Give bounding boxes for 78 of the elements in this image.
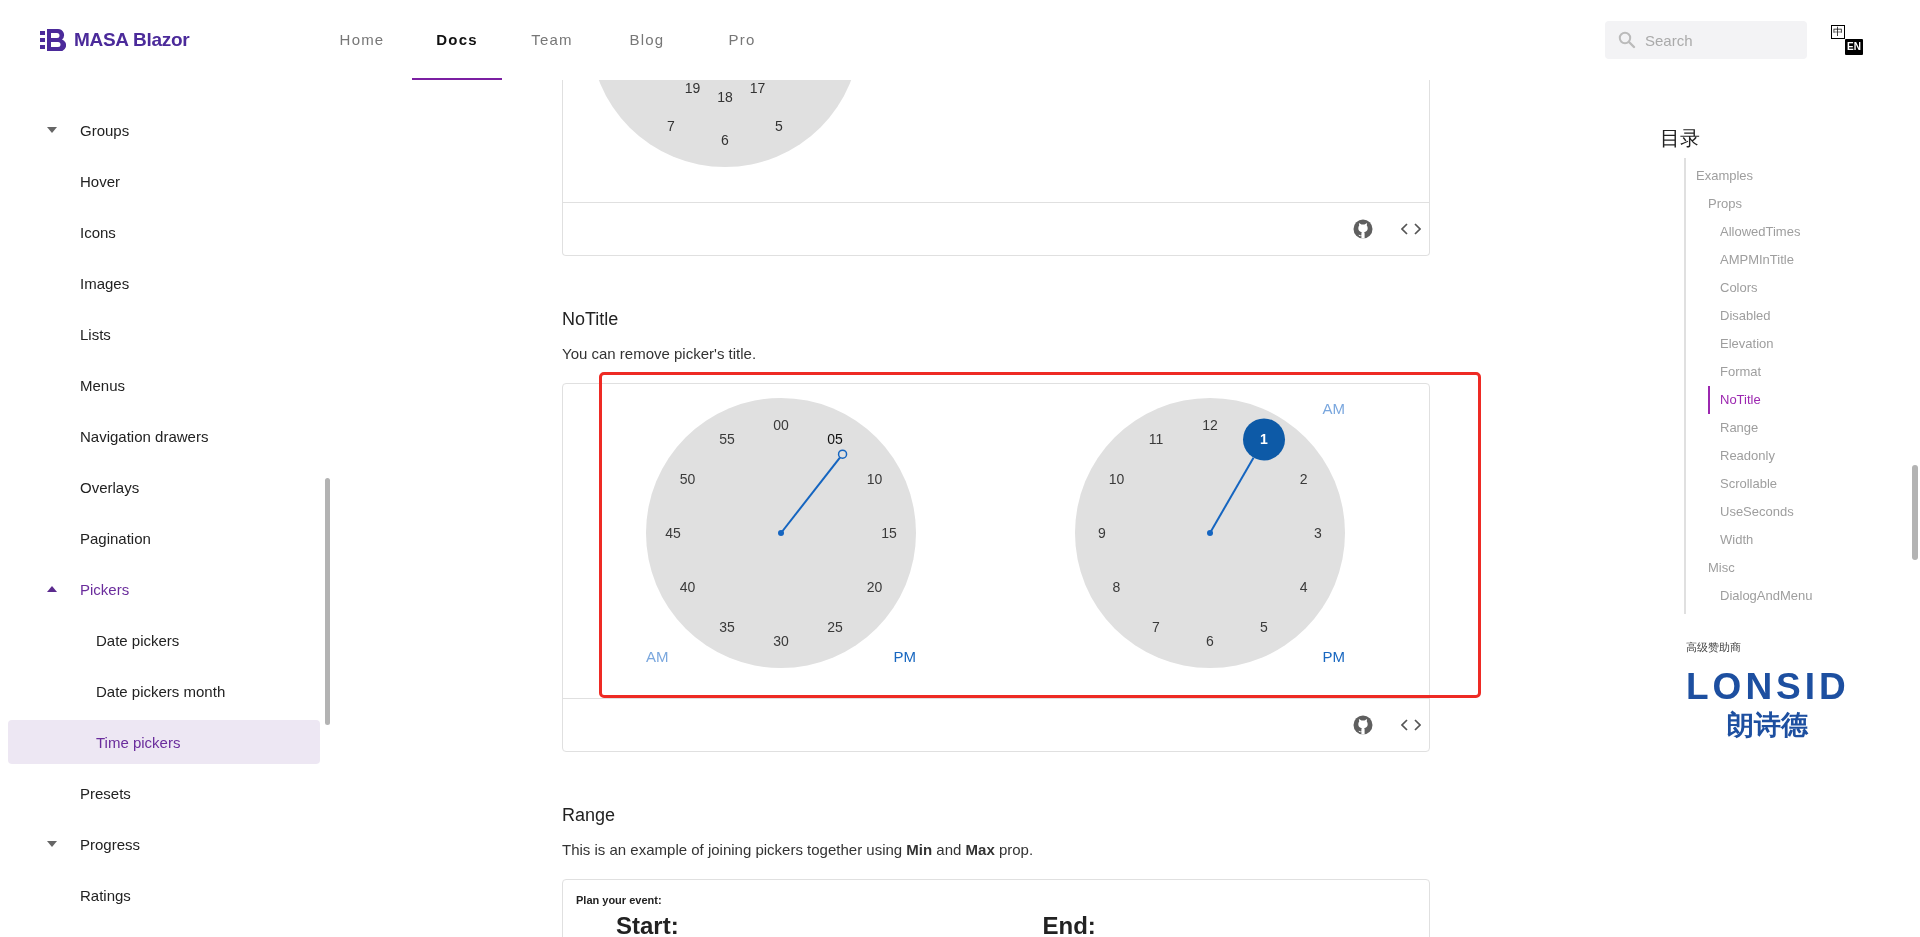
dial-number[interactable]: 25 <box>827 618 843 635</box>
nav-tab[interactable]: Team <box>507 0 597 80</box>
clock-hand[interactable] <box>1207 456 1255 536</box>
dial-number[interactable]: 11 <box>1148 431 1164 448</box>
scrollbar[interactable] <box>1912 465 1918 560</box>
toc-title: 目录 <box>1660 126 1701 151</box>
dial-number[interactable]: 50 <box>679 471 696 487</box>
logo-text[interactable]: MASA Blazor <box>74 29 190 51</box>
dial-number[interactable]: 10 <box>866 471 883 487</box>
dial-number[interactable]: 10 <box>1108 471 1125 487</box>
dial-number[interactable]: 55 <box>719 431 735 448</box>
picker-label: Start: <box>615 912 680 937</box>
sidebar-item[interactable]: Date pickers month <box>8 669 320 713</box>
dial-number[interactable]: 12 <box>1202 417 1218 433</box>
picker-label: End: <box>1041 912 1097 937</box>
sidebar-group[interactable]: Pickers <box>8 567 320 611</box>
language-toggle[interactable]: 中 EN <box>1831 25 1863 55</box>
dial-number[interactable]: 9 <box>1098 525 1106 541</box>
sponsor-label: 高级赞助商 <box>1686 640 1742 655</box>
dial-number[interactable]: 8 <box>1112 579 1121 595</box>
sidebar-item[interactable]: Images <box>8 261 320 305</box>
period-toggle[interactable]: PM <box>1322 648 1345 665</box>
sidebar-item[interactable]: Hover <box>8 159 320 203</box>
code-icon[interactable] <box>1401 222 1421 236</box>
dial-number[interactable]: 5 <box>1260 618 1268 635</box>
dial-number[interactable]: 15 <box>881 525 897 541</box>
scrollbar[interactable] <box>325 478 330 725</box>
nav-tab[interactable]: Home <box>317 0 407 80</box>
dial-number[interactable]: 18 <box>717 89 733 105</box>
dial-number[interactable]: 3 <box>1314 525 1322 541</box>
dial-number[interactable]: 45 <box>665 525 681 541</box>
sidebar-item[interactable]: Presets <box>8 771 320 815</box>
search-field[interactable]: Search <box>1605 21 1807 59</box>
dial-number[interactable]: 6 <box>721 132 729 148</box>
dial-number[interactable]: 05 <box>827 431 843 448</box>
section-heading: NoTitle <box>562 308 620 331</box>
toc-link[interactable]: NoTitle <box>1708 386 1920 414</box>
dial-number[interactable]: 6 <box>1206 633 1214 649</box>
clock-face[interactable] <box>1075 398 1345 668</box>
sidebar-item[interactable]: Navigation drawers <box>8 414 320 458</box>
nav-tab[interactable]: Blog <box>602 0 692 80</box>
section-description: You can remove picker's title. <box>562 344 758 364</box>
dial-number[interactable]: 20 <box>866 579 883 595</box>
section-heading: Range <box>562 804 617 827</box>
dial-number[interactable]: 2 <box>1299 471 1308 487</box>
dial-number[interactable]: 1 <box>1260 431 1268 448</box>
sidebar-item[interactable]: Ratings <box>8 873 320 917</box>
section-description: This is an example of joining pickers together using Min and Max prop. <box>562 840 1035 860</box>
sidebar-item[interactable]: Date pickers <box>8 618 320 662</box>
dial-number[interactable]: 19 <box>684 80 701 97</box>
clock-hand[interactable] <box>778 456 842 536</box>
github-icon[interactable] <box>1353 219 1373 239</box>
dial-number[interactable]: 30 <box>773 633 789 649</box>
dial-number[interactable]: 40 <box>679 579 696 595</box>
sidebar-item[interactable]: Pagination <box>8 516 320 560</box>
nav-tab[interactable]: Docs <box>412 0 502 80</box>
code-icon[interactable] <box>1401 718 1421 732</box>
dial-number[interactable]: 00 <box>773 417 789 433</box>
sidebar-item[interactable]: Time pickers <box>8 720 320 764</box>
dial-number[interactable]: 17 <box>749 80 766 97</box>
sidebar-item[interactable]: Overlays <box>8 465 320 509</box>
sidebar-group[interactable]: Progress <box>8 822 320 866</box>
dial-number[interactable]: 7 <box>667 117 675 134</box>
dial-number[interactable]: 4 <box>1299 579 1308 595</box>
dial-number[interactable]: 35 <box>719 618 735 635</box>
sidebar-item[interactable]: Menus <box>8 363 320 407</box>
dial-number[interactable]: 7 <box>1152 618 1160 635</box>
nav-tab[interactable]: Pro <box>697 0 787 80</box>
sidebar-item[interactable]: Lists <box>8 312 320 356</box>
period-toggle[interactable]: PM <box>893 648 916 665</box>
dial-number[interactable]: 5 <box>775 117 783 134</box>
sidebar-item[interactable]: Icons <box>8 210 320 254</box>
github-icon[interactable] <box>1353 715 1373 735</box>
sponsor-logo[interactable]: LONSID 朗诗德 <box>1686 667 1850 743</box>
search-icon <box>1618 31 1636 49</box>
caption-text: Plan your event: <box>576 894 663 906</box>
logo-icon <box>40 29 66 51</box>
sidebar-group[interactable]: Groups <box>8 108 320 152</box>
